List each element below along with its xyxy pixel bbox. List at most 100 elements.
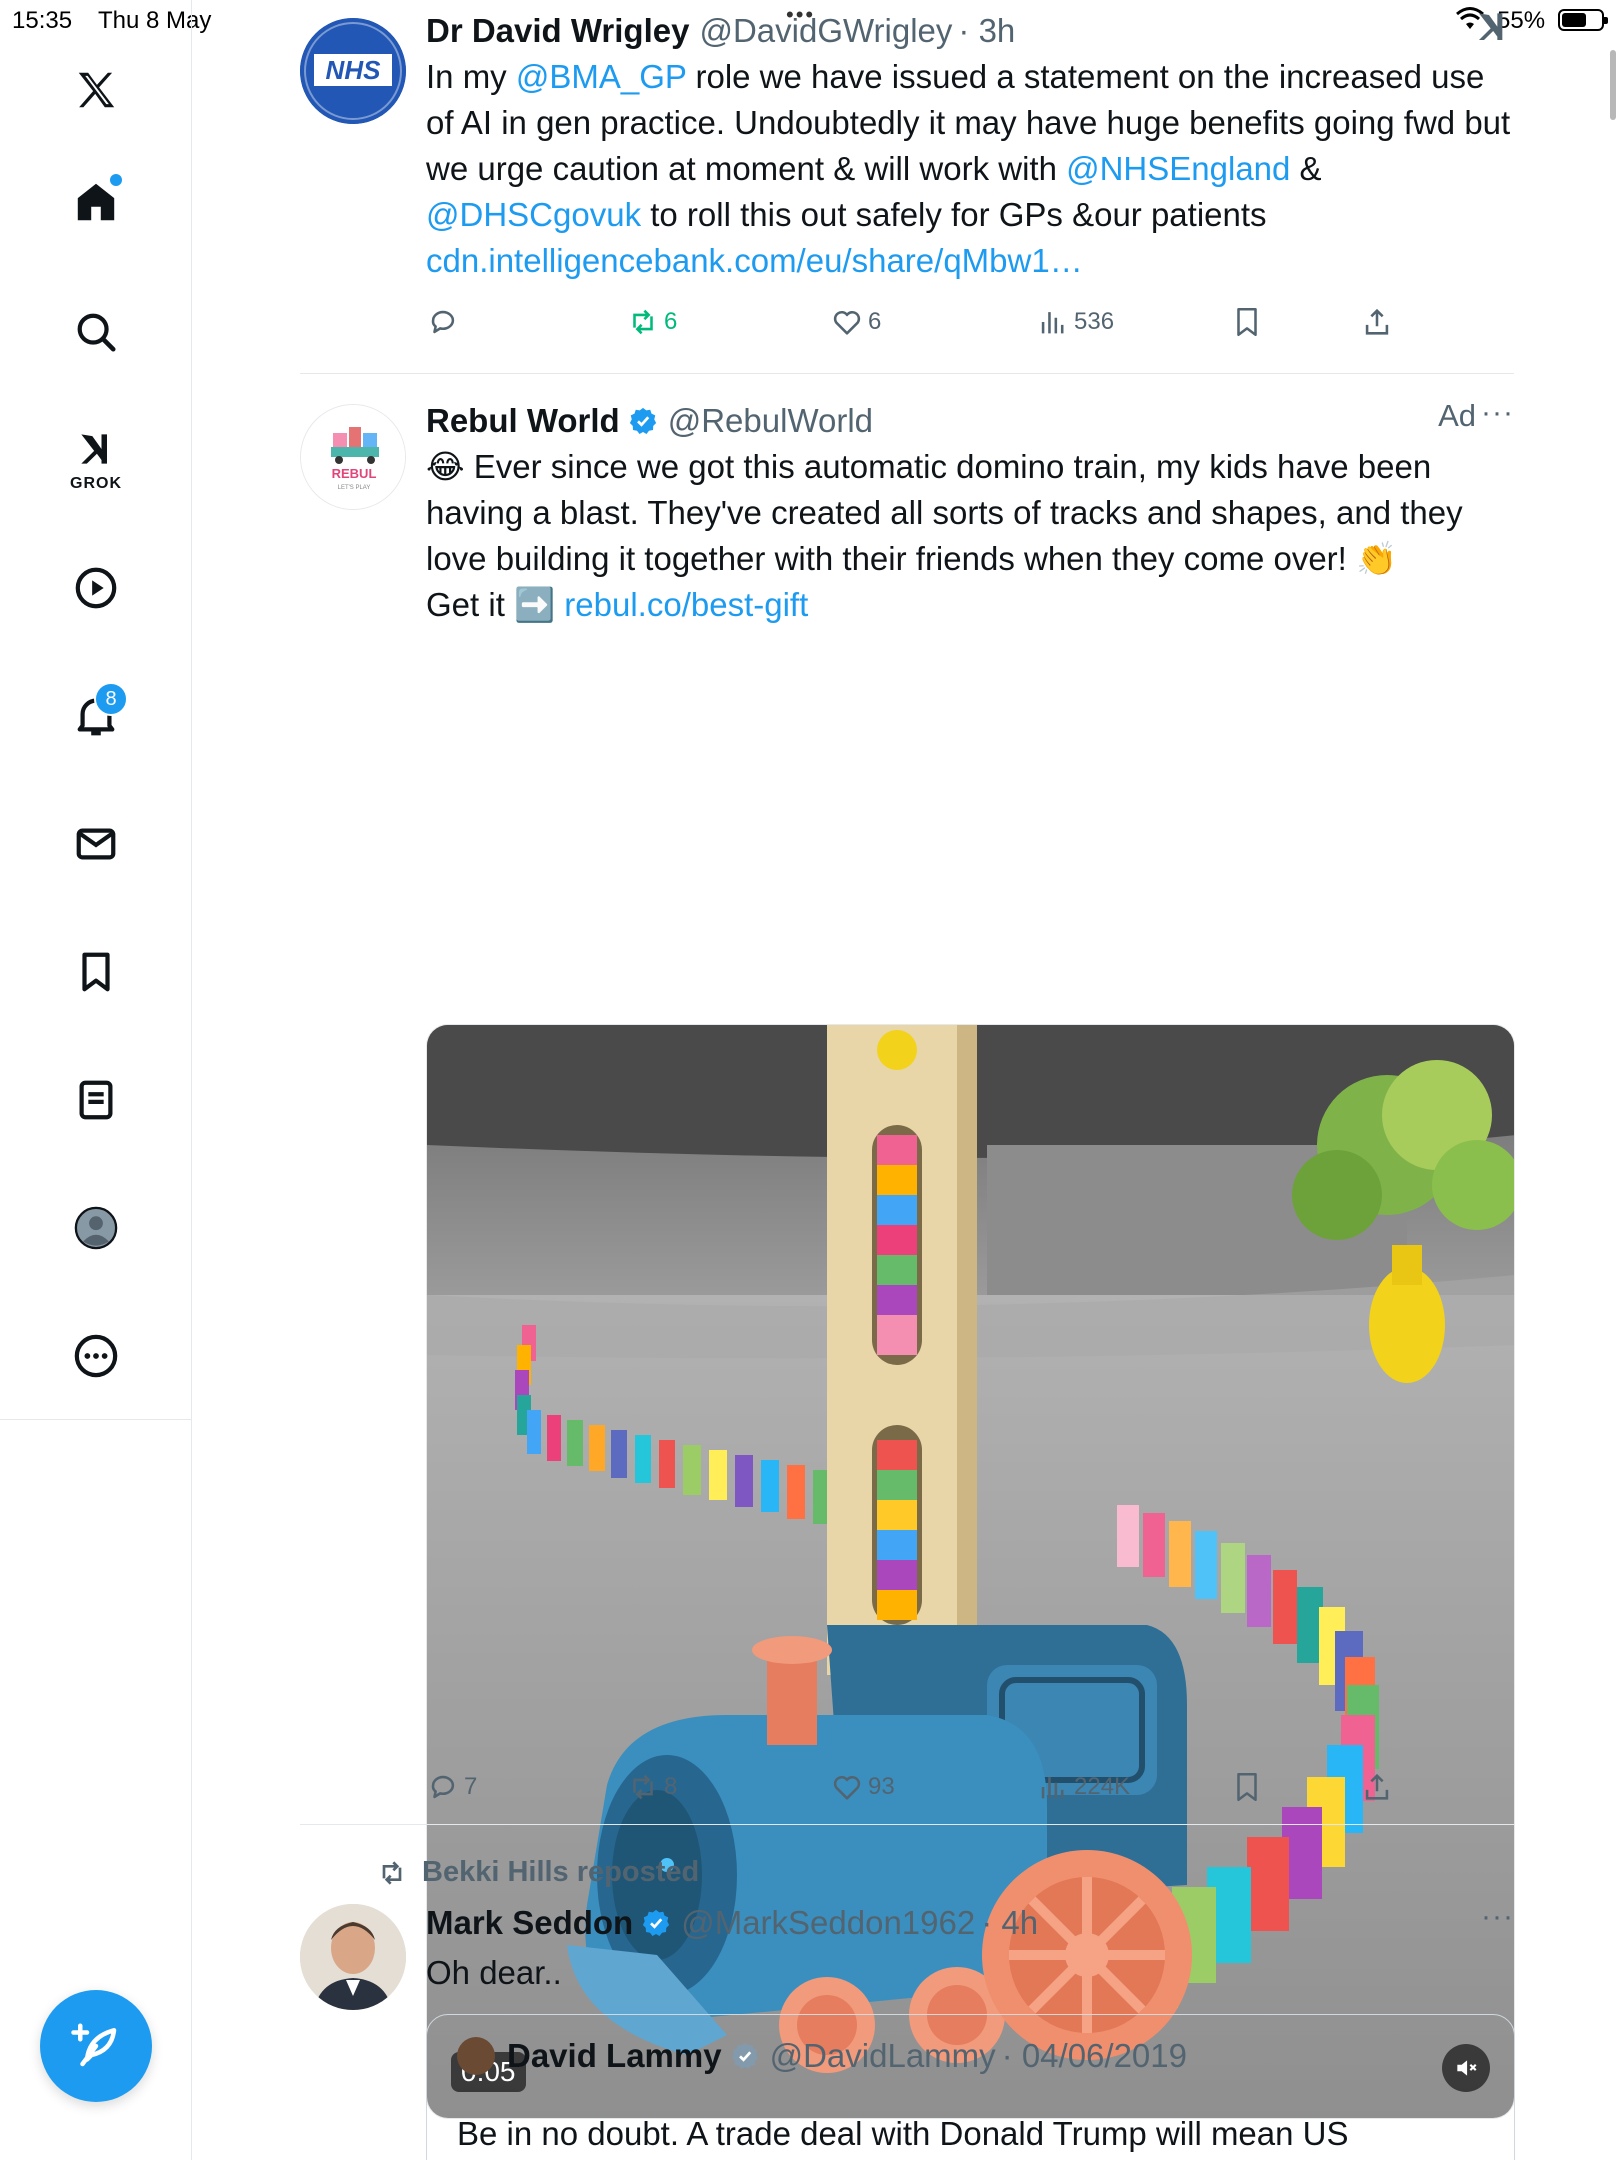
repost-button[interactable]: 6 xyxy=(626,305,677,339)
heart-icon xyxy=(833,1775,861,1800)
tweet-text: In my @BMA_GP role we have issued a stat… xyxy=(426,54,1514,284)
emoji-laughing: 😂 xyxy=(426,448,465,485)
views-count: 536 xyxy=(1074,308,1115,335)
reply-count: 7 xyxy=(464,1773,478,1800)
reply-button[interactable]: 7 xyxy=(426,1770,477,1804)
compose-post-button[interactable] xyxy=(40,1990,152,2102)
emoji-arrow: ➡️ xyxy=(514,586,556,623)
battery-icon xyxy=(1558,9,1608,31)
tweet-time[interactable]: · 3h xyxy=(958,12,1015,50)
sidebar-divider xyxy=(0,1419,192,1420)
heart-icon xyxy=(833,310,861,335)
grok-icon[interactable]: GROK xyxy=(66,420,126,500)
like-button[interactable]: 93 xyxy=(830,1770,895,1804)
repost-attribution[interactable]: Bekki Hills reposted xyxy=(376,1856,699,1889)
views-chart-icon xyxy=(1041,312,1064,334)
more-options-icon[interactable]: ··· xyxy=(1481,1900,1514,1934)
text-segment: Ever since we got this automatic domino … xyxy=(426,448,1463,577)
bookmark-icon xyxy=(1237,307,1257,337)
author-name[interactable]: Dr David Wrigley xyxy=(426,12,689,50)
tweet-header: Rebul World @RebulWorld xyxy=(426,398,1514,444)
bookmarks-icon[interactable] xyxy=(66,942,126,1002)
url-link[interactable]: rebul.co/best-gift xyxy=(564,586,808,623)
share-button[interactable] xyxy=(1360,1770,1394,1804)
avatar-rebul[interactable]: REBUL LET'S PLAY xyxy=(300,404,406,510)
x-logo-icon[interactable] xyxy=(66,60,126,120)
verified-badge-icon xyxy=(643,1909,670,1936)
text-segment: In my xyxy=(426,58,516,95)
tweet-header: Dr David Wrigley @DavidGWrigley · 3h xyxy=(426,8,1514,54)
compose-feather-icon xyxy=(71,2023,117,2067)
bookmark-button[interactable] xyxy=(1230,305,1264,339)
quoted-author-name[interactable]: David Lammy xyxy=(507,2037,722,2075)
repost-by-label: Bekki Hills reposted xyxy=(422,1856,700,1888)
avatar-rebul-tagline: LET'S PLAY xyxy=(338,485,371,491)
avatar-nhs[interactable]: NHS xyxy=(300,18,406,124)
lists-icon[interactable] xyxy=(66,1070,126,1130)
mention-link[interactable]: @BMA_GP xyxy=(516,58,686,95)
grok-more-icon[interactable] xyxy=(1474,8,1514,50)
author-name[interactable]: Rebul World xyxy=(426,402,620,440)
tweet-body: Mark Seddon @MarkSeddon1962 · 4h Oh dear… xyxy=(426,1900,1514,1996)
repost-icon xyxy=(633,1774,653,1800)
avatar-rebul-text: REBUL xyxy=(332,466,377,481)
tweet-body: Rebul World @RebulWorld 😂 Ever since we … xyxy=(426,398,1514,628)
bookmark-button[interactable] xyxy=(1230,1770,1264,1804)
home-unread-dot xyxy=(110,174,122,186)
scrollbar-thumb[interactable] xyxy=(1610,50,1616,120)
views-button[interactable]: 536 xyxy=(1036,305,1114,339)
search-icon[interactable] xyxy=(66,302,126,362)
reply-button[interactable] xyxy=(426,305,464,339)
repost-icon xyxy=(633,309,653,335)
reply-icon xyxy=(431,310,455,334)
notification-badge: 8 xyxy=(94,682,128,716)
views-button[interactable]: 224K xyxy=(1036,1770,1130,1804)
text-segment: Get it xyxy=(426,586,515,623)
quoted-tweet-header: David Lammy @DavidLammy · 04/06/2019 xyxy=(457,2037,1187,2075)
text-segment: to roll this out safely for GPs &our pat… xyxy=(641,196,1267,233)
avatar-mark-seddon[interactable] xyxy=(300,1904,406,2010)
tweet-text: Oh dear.. xyxy=(426,1954,562,1991)
author-handle[interactable]: @MarkSeddon1962 xyxy=(681,1904,975,1942)
quoted-author-handle[interactable]: @DavidLammy xyxy=(770,2037,996,2075)
tweet-separator xyxy=(300,1824,1514,1825)
avatar-david-lammy[interactable] xyxy=(457,2037,495,2075)
notifications-bell-icon[interactable]: 8 xyxy=(66,682,128,746)
repost-button[interactable]: 8 xyxy=(626,1770,677,1804)
views-count: 224K xyxy=(1074,1773,1131,1800)
messages-icon[interactable] xyxy=(66,814,126,874)
quoted-tweet-text: Be in no doubt. A trade deal with Donald… xyxy=(457,2115,1349,2152)
share-button[interactable] xyxy=(1360,305,1394,339)
more-options-icon[interactable]: ··· xyxy=(1481,396,1514,430)
repost-count: 6 xyxy=(664,308,678,335)
mention-link[interactable]: @NHSEngland xyxy=(1066,150,1290,187)
author-handle[interactable]: @RebulWorld xyxy=(668,402,873,440)
mention-link[interactable]: @DHSCgovuk xyxy=(426,196,641,233)
emoji-clapping: 👏 xyxy=(1356,540,1398,577)
like-count: 6 xyxy=(868,308,882,335)
like-button[interactable]: 6 xyxy=(830,305,881,339)
url-link[interactable]: cdn.intelligencebank.com/eu/share/qMbw1… xyxy=(426,242,1083,279)
tweet-time[interactable]: · 4h xyxy=(981,1904,1038,1942)
more-options-icon[interactable] xyxy=(66,1326,126,1386)
author-name[interactable]: Mark Seddon xyxy=(426,1904,633,1942)
quoted-tweet[interactable]: David Lammy @DavidLammy · 04/06/2019 Be … xyxy=(426,2014,1515,2160)
repost-icon xyxy=(382,1860,402,1885)
text-segment: & xyxy=(1290,150,1322,187)
tweet-rebul-world-ad[interactable]: REBUL LET'S PLAY Rebul World @RebulWorld… xyxy=(300,374,1515,2119)
video-icon[interactable] xyxy=(66,558,126,618)
profile-avatar-icon[interactable] xyxy=(66,1198,126,1258)
ad-label: Ad xyxy=(1438,398,1476,433)
tweet-body: Dr David Wrigley @DavidGWrigley · 3h In … xyxy=(426,8,1514,284)
bookmark-icon xyxy=(1237,1772,1257,1802)
home-icon[interactable] xyxy=(66,172,126,232)
wooden-domino-tower xyxy=(827,1025,977,1675)
views-chart-icon xyxy=(1041,1777,1064,1799)
author-handle[interactable]: @DavidGWrigley xyxy=(699,12,952,50)
quoted-tweet-time[interactable]: · 04/06/2019 xyxy=(1002,2037,1187,2075)
share-icon xyxy=(1365,308,1389,335)
tweet-text: 😂 Ever since we got this automatic domin… xyxy=(426,444,1514,628)
tweet-actions: 7 8 93 224K xyxy=(426,1770,1426,1810)
grok-label: GROK xyxy=(70,475,122,492)
sidebar-nav: GROK 8 xyxy=(0,0,192,2160)
